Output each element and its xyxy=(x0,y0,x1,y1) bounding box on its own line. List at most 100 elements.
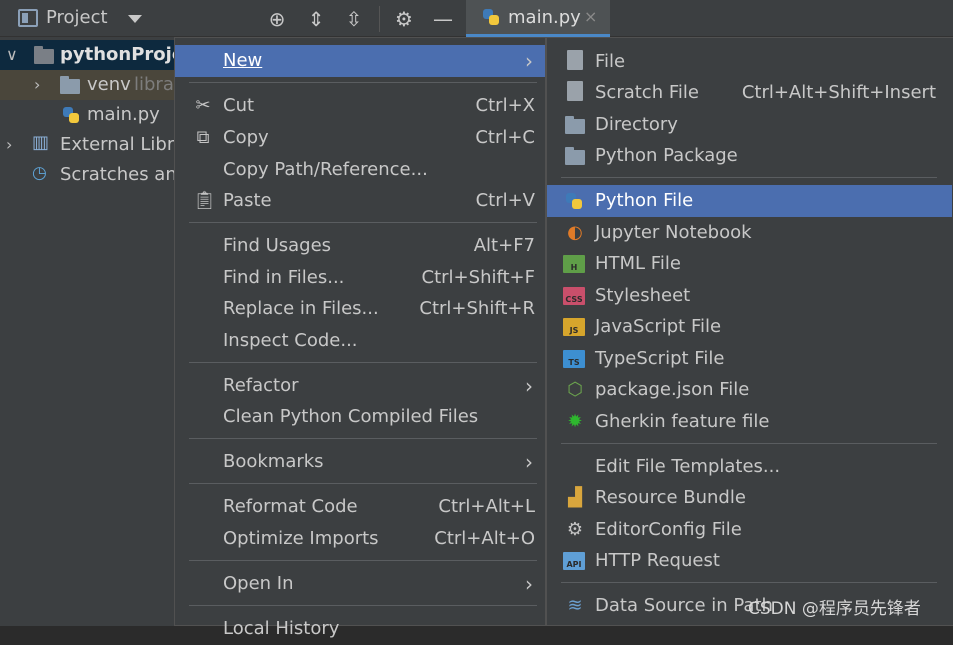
submenu-item-python-file[interactable]: Python File xyxy=(547,185,952,217)
menu-item-label: Clean Python Compiled Files xyxy=(223,406,479,427)
submenu-arrow-icon: › xyxy=(525,49,533,73)
submenu-item-resource-bundle[interactable]: ▟ Resource Bundle xyxy=(547,482,952,514)
menu-item-label: Local History xyxy=(223,618,340,639)
submenu-item-directory[interactable]: Directory xyxy=(547,109,952,141)
file-icon xyxy=(567,50,583,70)
database-icon: ≋ xyxy=(567,595,583,616)
menu-item-cut[interactable]: ✂ Cut Ctrl+X xyxy=(175,90,545,122)
submenu-item-edit-templates[interactable]: Edit File Templates... xyxy=(547,451,952,483)
new-submenu: File Scratch File Ctrl+Alt+Shift+Insert … xyxy=(546,37,953,626)
chevron-right-icon[interactable]: › xyxy=(6,135,12,154)
menu-item-optimize-imports[interactable]: Optimize Imports Ctrl+Alt+O xyxy=(175,523,545,555)
menu-item-local-history[interactable]: Local History xyxy=(175,613,545,645)
python-file-icon xyxy=(565,192,583,210)
menu-item-label: HTML File xyxy=(595,253,681,274)
menu-item-label: Reformat Code xyxy=(223,496,358,517)
tree-item-main-py[interactable]: main.py xyxy=(0,100,174,130)
hide-icon[interactable]: — xyxy=(431,7,455,31)
menu-item-reformat-code[interactable]: Reformat Code Ctrl+Alt+L xyxy=(175,491,545,523)
project-view-dropdown-icon[interactable] xyxy=(128,15,142,23)
submenu-item-python-package[interactable]: Python Package xyxy=(547,140,952,172)
tree-item-label: main.py xyxy=(87,104,160,125)
project-view-label[interactable]: Project xyxy=(46,7,108,28)
tree-item-label: External Libra xyxy=(60,134,174,155)
tree-item-venv[interactable]: › venv libra xyxy=(0,70,174,100)
menu-item-copy[interactable]: ⧉ Copy Ctrl+C xyxy=(175,122,545,154)
menu-item-label: JavaScript File xyxy=(595,316,722,337)
menu-separator xyxy=(189,605,537,606)
library-icon: ▥ xyxy=(32,132,50,153)
project-view-icon[interactable] xyxy=(18,9,38,27)
folder-icon xyxy=(565,116,585,134)
html-icon: H xyxy=(563,255,585,273)
folder-icon xyxy=(60,76,80,94)
close-icon[interactable]: × xyxy=(584,7,597,26)
javascript-icon: JS xyxy=(563,318,585,336)
menu-item-find-in-files[interactable]: Find in Files... Ctrl+Shift+F xyxy=(175,262,545,294)
submenu-item-gherkin[interactable]: ✹ Gherkin feature file xyxy=(547,406,952,438)
submenu-item-file[interactable]: File xyxy=(547,46,952,78)
menu-item-clean-python[interactable]: Clean Python Compiled Files xyxy=(175,401,545,433)
submenu-item-typescript-file[interactable]: TS TypeScript File xyxy=(547,343,952,375)
expand-all-icon[interactable]: ⇕ xyxy=(304,7,328,31)
menu-item-label: Paste xyxy=(223,190,272,211)
menu-item-label: Copy xyxy=(223,127,269,148)
submenu-arrow-icon: › xyxy=(525,572,533,596)
submenu-item-http-request[interactable]: API HTTP Request xyxy=(547,545,952,577)
menu-item-bookmarks[interactable]: Bookmarks › xyxy=(175,446,545,478)
clipboard-icon: 📋︎ xyxy=(193,190,216,211)
scissors-icon: ✂ xyxy=(195,95,211,116)
gherkin-icon: ✹ xyxy=(567,411,583,432)
menu-item-shortcut: Ctrl+Shift+R xyxy=(419,298,535,319)
menu-item-label: Optimize Imports xyxy=(223,528,379,549)
css-icon: CSS xyxy=(563,287,585,305)
menu-item-shortcut: Alt+F7 xyxy=(473,235,535,256)
api-icon: API xyxy=(563,552,585,570)
menu-item-new[interactable]: New › xyxy=(175,45,545,77)
gear-icon: ⚙ xyxy=(566,519,584,540)
menu-separator xyxy=(189,222,537,223)
menu-item-label: Bookmarks xyxy=(223,451,324,472)
tree-item-root[interactable]: ∨ pythonProje xyxy=(0,40,174,70)
project-tree: ∨ pythonProje › venv libra main.py › ▥ E… xyxy=(0,37,174,626)
menu-separator xyxy=(561,443,937,444)
submenu-item-html-file[interactable]: H HTML File xyxy=(547,248,952,280)
submenu-item-stylesheet[interactable]: CSS Stylesheet xyxy=(547,280,952,312)
menu-item-refactor[interactable]: Refactor › xyxy=(175,370,545,402)
tree-item-external-libraries[interactable]: › ▥ External Libra xyxy=(0,130,174,160)
submenu-arrow-icon: › xyxy=(525,374,533,398)
chevron-right-icon[interactable]: › xyxy=(34,75,40,94)
menu-separator xyxy=(189,362,537,363)
menu-item-label: Jupyter Notebook xyxy=(595,222,752,243)
context-menu: New › ✂ Cut Ctrl+X ⧉ Copy Ctrl+C Copy Pa… xyxy=(174,37,546,639)
tab-label: main.py xyxy=(508,7,581,28)
menu-item-label: Find Usages xyxy=(223,235,332,256)
menu-item-label: Copy Path/Reference... xyxy=(223,159,428,180)
package-icon xyxy=(565,147,585,165)
submenu-arrow-icon: › xyxy=(525,450,533,474)
menu-item-inspect-code[interactable]: Inspect Code... xyxy=(175,325,545,357)
menu-item-find-usages[interactable]: Find Usages Alt+F7 xyxy=(175,230,545,262)
editor-tab-main-py[interactable]: main.py × xyxy=(466,0,610,37)
submenu-item-javascript-file[interactable]: JS JavaScript File xyxy=(547,311,952,343)
submenu-item-jupyter-notebook[interactable]: ◐ Jupyter Notebook xyxy=(547,217,952,249)
menu-item-open-in[interactable]: Open In › xyxy=(175,568,545,600)
menu-item-label: Refactor xyxy=(223,375,299,396)
locate-icon[interactable]: ⊕ xyxy=(265,7,289,31)
menu-item-label: HTTP Request xyxy=(595,550,720,571)
tree-item-scratches[interactable]: ◷ Scratches and xyxy=(0,160,174,190)
submenu-item-editorconfig[interactable]: ⚙ EditorConfig File xyxy=(547,514,952,546)
menu-item-shortcut: Ctrl+Alt+Shift+Insert xyxy=(741,82,936,103)
menu-item-replace-in-files[interactable]: Replace in Files... Ctrl+Shift+R xyxy=(175,293,545,325)
gear-icon[interactable]: ⚙ xyxy=(392,7,416,31)
submenu-item-package-json[interactable]: ⬡ package.json File xyxy=(547,374,952,406)
menu-item-label: Inspect Code... xyxy=(223,330,358,351)
python-file-icon xyxy=(62,106,80,124)
chevron-down-icon[interactable]: ∨ xyxy=(6,45,18,64)
submenu-item-scratch-file[interactable]: Scratch File Ctrl+Alt+Shift+Insert xyxy=(547,77,952,109)
menu-item-label: Gherkin feature file xyxy=(595,411,770,432)
collapse-all-icon[interactable]: ⇳ xyxy=(342,7,366,31)
menu-item-copy-path[interactable]: Copy Path/Reference... xyxy=(175,154,545,186)
menu-item-label: Directory xyxy=(595,114,678,135)
menu-item-paste[interactable]: 📋︎ Paste Ctrl+V xyxy=(175,185,545,217)
